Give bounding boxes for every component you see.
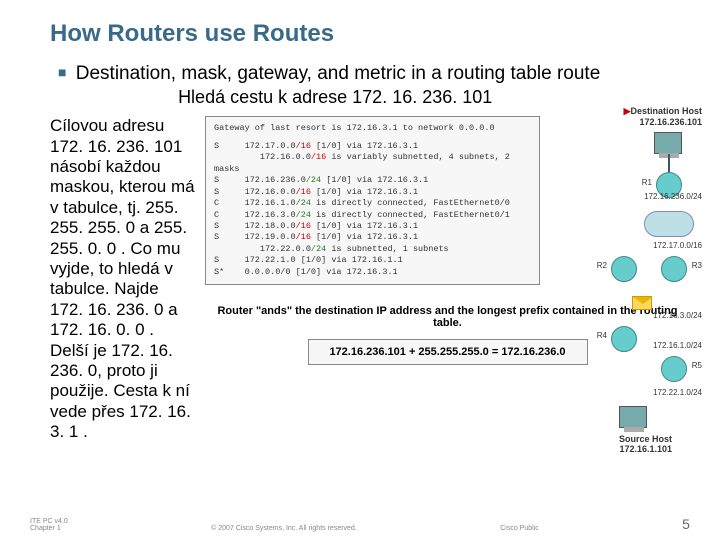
envelope-icon	[632, 296, 652, 310]
net-22-label: 172.22.1.0/24	[653, 388, 702, 397]
route-line: S 172.22.1.0 [1/0] via 172.16.1.1	[214, 255, 531, 266]
footer-left-1: ITE PC v4.0	[30, 518, 68, 525]
footer: ITE PC v4.0 Chapter 1 © 2007 Cisco Syste…	[30, 516, 690, 532]
page-number: 5	[682, 516, 690, 532]
r2-label: R2	[597, 261, 607, 270]
route-line: S 172.17.0.0/16 [1/0] via 172.16.3.1	[214, 141, 531, 152]
net-3-label: 172.16.3.0/24	[653, 311, 702, 320]
equation-box: 172.16.236.101 + 255.255.255.0 = 172.16.…	[308, 339, 588, 365]
cloud-icon	[644, 211, 694, 237]
router-r4-icon	[611, 326, 637, 352]
router-r5-icon	[661, 356, 687, 382]
route-line: S* 0.0.0.0/0 [1/0] via 172.16.3.1	[214, 267, 531, 278]
footer-copyright: © 2007 Cisco Systems, Inc. All rights re…	[211, 525, 357, 532]
route-line: S 172.19.0.0/16 [1/0] via 172.16.3.1	[214, 232, 531, 243]
route-line: 172.16.0.0/16 is variably subnetted, 4 s…	[214, 152, 531, 175]
r5-label: R5	[692, 361, 702, 370]
route-line: S 172.18.0.0/16 [1/0] via 172.16.3.1	[214, 221, 531, 232]
bullet-1-annotation: Hledá cestu k adrese 172. 16. 236. 101	[178, 87, 492, 107]
bullet-1: ■ Destination, mask, gateway, and metric…	[58, 62, 690, 108]
r3-label: R3	[692, 261, 702, 270]
diagram-area: Gateway of last resort is 172.16.3.1 to …	[205, 116, 690, 442]
slide-title: How Routers use Routes	[50, 20, 690, 48]
src-host-ip: 172.16.1.101	[619, 444, 672, 454]
router-r2-icon	[611, 256, 637, 282]
routing-table-box: Gateway of last resort is 172.16.3.1 to …	[205, 116, 540, 285]
slide: How Routers use Routes ■ Destination, ma…	[0, 0, 720, 540]
dest-host-ip: 172.16.236.101	[639, 117, 702, 127]
net-17-label: 172.17.0.0/16	[653, 241, 702, 250]
r4-label: R4	[597, 331, 607, 340]
src-host-title: Source Host	[619, 434, 672, 444]
net-236-label: 172.16.236.0/24	[644, 192, 702, 201]
bullet-square-icon: ■	[58, 64, 66, 80]
dest-host-icon	[654, 132, 682, 154]
explanation-text: Cílovou adresu 172. 16. 236. 101 násobí …	[50, 116, 195, 442]
net-1-label: 172.16.1.0/24	[653, 341, 702, 350]
bullet-1-sub: table route Hledá cestu k adrese 172. 16…	[88, 86, 690, 109]
route-line: C 172.16.3.0/24 is directly connected, F…	[214, 210, 531, 221]
bullet-1-text: Destination, mask, gateway, and metric i…	[76, 63, 601, 84]
route-line: 172.22.0.0/24 is subnetted, 1 subnets	[214, 244, 531, 255]
routing-gateway-line: Gateway of last resort is 172.16.3.1 to …	[214, 123, 531, 134]
r1-label: R1	[642, 178, 652, 187]
router-r3-icon	[661, 256, 687, 282]
footer-left-2: Chapter 1	[30, 525, 68, 532]
dest-host-title: Destination Host	[630, 106, 702, 116]
topology: ▶Destination Host 172.16.236.101 R1 172.…	[547, 106, 702, 476]
route-line: C 172.16.1.0/24 is directly connected, F…	[214, 198, 531, 209]
content-row: Cílovou adresu 172. 16. 236. 101 násobí …	[50, 116, 690, 442]
route-line: S 172.16.0.0/16 [1/0] via 172.16.3.1	[214, 187, 531, 198]
footer-right: Cisco Public	[500, 525, 539, 532]
route-line: S 172.16.236.0/24 [1/0] via 172.16.3.1	[214, 175, 531, 186]
src-host-icon	[619, 406, 647, 428]
